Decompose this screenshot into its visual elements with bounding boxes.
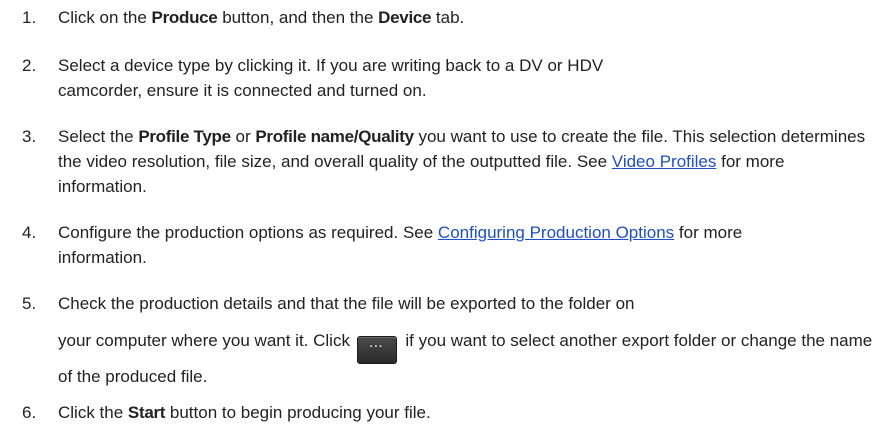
step-text: Click on the Produce button, and then th… [58, 5, 878, 30]
step-text-part: Click the [58, 403, 128, 422]
step-text-part: Select the [58, 127, 139, 146]
step-text-line: camcorder, ensure it is connected and tu… [58, 81, 427, 100]
step-text-part: button to begin producing your file. [165, 403, 431, 422]
start-label: Start [127, 403, 166, 422]
step-number: 4. [22, 223, 37, 242]
step-text-line-2: your computer where you want it. Click ·… [58, 328, 878, 389]
step-text: Click the Start button to begin producin… [58, 400, 878, 425]
device-label: Device [378, 8, 432, 27]
step-text-line: Check the production details and that th… [58, 294, 635, 313]
profile-quality-label: Profile name/Quality [255, 127, 414, 146]
step-number: 3. [22, 127, 37, 146]
video-profiles-link[interactable]: Video Profiles [612, 152, 717, 171]
step-number: 1. [22, 8, 37, 27]
step-text-part: button, and then the [217, 8, 379, 27]
step-number: 6. [22, 403, 37, 422]
step-text: Check the production details and that th… [58, 291, 878, 389]
step-text-part: Click on the [58, 8, 152, 27]
step-text-part: Configure the production options as requ… [58, 223, 438, 242]
step-text: Configure the production options as requ… [58, 220, 818, 270]
produce-label: Produce [151, 8, 218, 27]
step-text-line: Select a device type by clicking it. If … [58, 56, 604, 75]
step-text-part: tab. [431, 8, 465, 27]
configuring-production-options-link[interactable]: Configuring Production Options [438, 223, 674, 242]
step-text: Select a device type by clicking it. If … [58, 53, 878, 103]
step-text: Select the Profile Type or Profile name/… [58, 124, 870, 199]
instruction-steps: 1. Click on the Produce button, and then… [0, 0, 883, 436]
browse-folder-button[interactable]: ··· [356, 336, 397, 364]
profile-type-label: Profile Type [138, 127, 231, 146]
step-text-part: your computer where you want it. Click [58, 331, 355, 350]
step-text-part: or [230, 127, 256, 146]
step-number: 5. [22, 294, 37, 313]
step-number: 2. [22, 56, 37, 75]
